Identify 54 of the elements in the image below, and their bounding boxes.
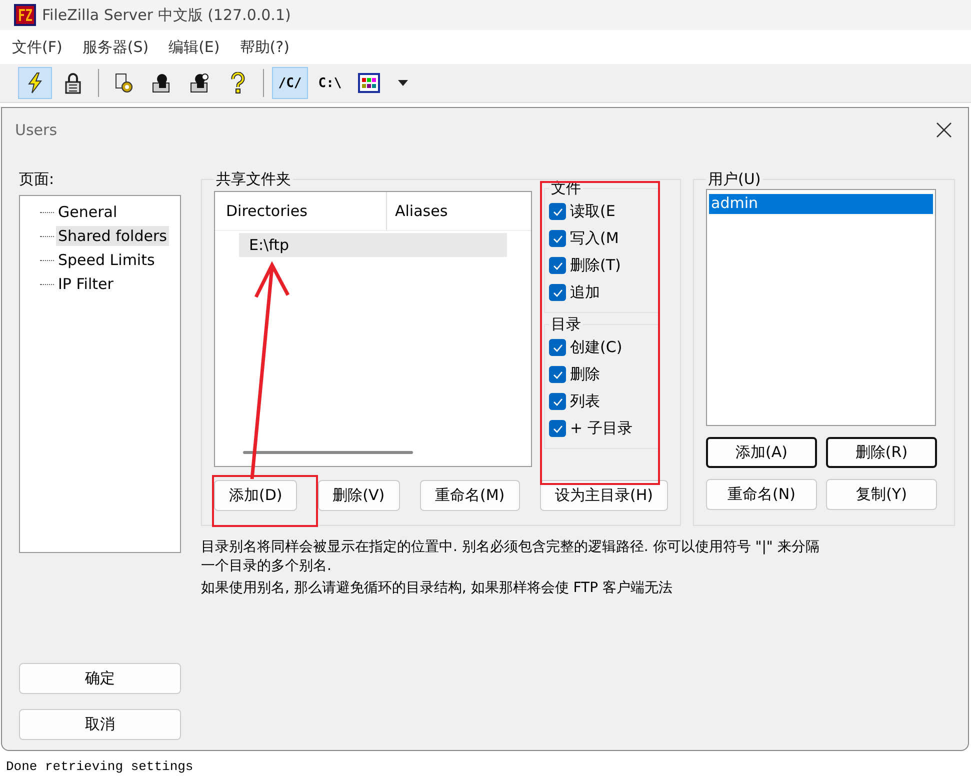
checkbox[interactable] bbox=[549, 393, 566, 410]
checkbox[interactable] bbox=[549, 339, 566, 356]
group-title: 目录 bbox=[550, 315, 582, 334]
dialog-title: Users bbox=[15, 121, 58, 139]
checkbox-label: 删除(T) bbox=[570, 256, 621, 275]
checkbox-label: 列表 bbox=[570, 392, 600, 411]
checkbox-label: 创建(C) bbox=[570, 338, 622, 357]
checkbox-label: 写入(M bbox=[570, 229, 619, 248]
menu-item[interactable]: 文件(F) bbox=[12, 38, 62, 56]
menu-item[interactable]: 帮助(?) bbox=[240, 38, 290, 56]
group-title: 共享文件夹 bbox=[215, 170, 292, 189]
pages-label: 页面: bbox=[19, 170, 56, 189]
close-icon[interactable] bbox=[936, 122, 952, 138]
app-logo-icon bbox=[14, 4, 36, 26]
menu-item[interactable]: 编辑(E) bbox=[168, 38, 220, 56]
action-button[interactable]: 添加(A) bbox=[706, 437, 817, 468]
action-button[interactable]: 复制(Y) bbox=[826, 479, 937, 510]
checkbox-label: 读取(E bbox=[570, 202, 616, 221]
checkbox[interactable] bbox=[549, 366, 566, 383]
checkbox[interactable] bbox=[549, 257, 566, 274]
directory-row[interactable]: E:\ftp bbox=[239, 233, 507, 257]
column-header[interactable]: Aliases bbox=[387, 192, 448, 230]
cancel-button[interactable]: 取消 bbox=[19, 709, 181, 740]
action-button[interactable]: 重命名(M) bbox=[420, 480, 520, 511]
column-header[interactable]: Directories bbox=[215, 192, 387, 230]
checkbox-label: 追加 bbox=[570, 283, 600, 302]
tree-item[interactable]: Shared folders bbox=[56, 226, 169, 246]
group-title: 用户(U) bbox=[707, 170, 762, 189]
action-button[interactable]: 删除(V) bbox=[318, 480, 400, 511]
checkbox[interactable] bbox=[549, 284, 566, 301]
user-item[interactable]: admin bbox=[709, 194, 933, 214]
checkbox[interactable] bbox=[549, 203, 566, 220]
caret-icon[interactable] bbox=[398, 80, 408, 86]
toolbar-button[interactable]: C:\ bbox=[312, 67, 348, 99]
action-button[interactable]: 删除(R) bbox=[826, 437, 937, 468]
action-button[interactable]: 重命名(N) bbox=[706, 479, 817, 510]
checkbox[interactable] bbox=[549, 230, 566, 247]
tree-item[interactable]: IP Filter bbox=[56, 274, 116, 294]
note-text: 如果使用别名, 那么请避免循环的目录结构, 如果那样将会使 FTP 客户端无法 bbox=[201, 579, 674, 598]
menu-item[interactable]: 服务器(S) bbox=[82, 38, 149, 56]
checkbox[interactable] bbox=[549, 420, 566, 437]
action-button[interactable]: 设为主目录(H) bbox=[540, 480, 668, 511]
scrollbar-thumb[interactable] bbox=[243, 451, 413, 454]
log-line: Done retrieving settings bbox=[6, 759, 194, 774]
lightning-icon[interactable] bbox=[18, 67, 52, 99]
tree-item[interactable]: General bbox=[56, 202, 120, 222]
ok-button[interactable]: 确定 bbox=[19, 663, 181, 694]
window-title: FileZilla Server 中文版 (127.0.0.1) bbox=[42, 6, 291, 24]
checkbox-label: 删除 bbox=[570, 365, 600, 384]
action-button[interactable]: 添加(D) bbox=[214, 480, 298, 511]
checkbox-label: + 子目录 bbox=[570, 419, 632, 438]
note-text: 目录别名将同样会被显示在指定的位置中. 别名必须包含完整的逻辑路径. 你可以使用符号 "|" 来分隔一个目录的多个别名. bbox=[201, 538, 820, 576]
toolbar-button[interactable]: /C/ bbox=[272, 67, 308, 99]
tree-item[interactable]: Speed Limits bbox=[56, 250, 157, 270]
